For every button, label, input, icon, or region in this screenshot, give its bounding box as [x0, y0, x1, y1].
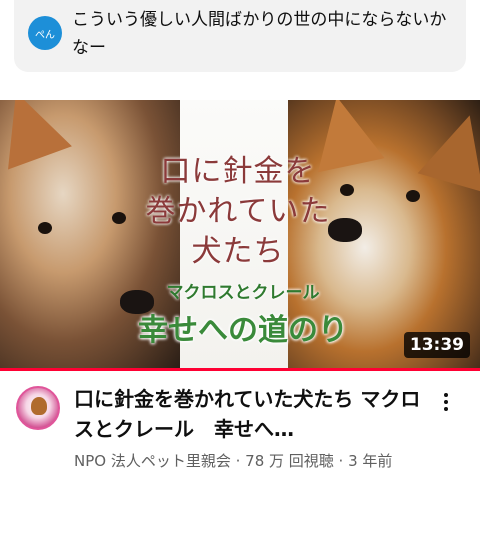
- dog-eye: [38, 222, 52, 234]
- video-meta: NPO 法人ペット里親会 · 78 万 回視聴 · 3 年前: [74, 452, 393, 470]
- dog-eye: [340, 184, 354, 196]
- channel-avatar[interactable]: [16, 386, 60, 430]
- dog-ear: [0, 100, 72, 170]
- video-title[interactable]: 口に針金を巻かれていた犬たち マクロスとクレール 幸せへ…: [74, 384, 432, 444]
- comment-card[interactable]: ぺん こういう優しい人間ばかりの世の中にならないかなー: [14, 0, 466, 72]
- thumbnail-title: 口に針金を 巻かれていた 犬たち: [138, 152, 338, 272]
- dog-eye: [406, 190, 420, 202]
- thumbnail-title-line: 犬たち: [191, 234, 285, 269]
- duration-badge: 13:39: [403, 332, 470, 358]
- more-vert-icon: [444, 393, 448, 397]
- dog-ear: [417, 105, 480, 193]
- dog-logo-icon: [31, 397, 47, 415]
- commenter-avatar[interactable]: ぺん: [28, 16, 62, 50]
- dog-eye: [112, 212, 126, 224]
- comment-text: こういう優しい人間ばかりの世の中にならないかなー: [72, 10, 447, 58]
- watch-progress-bar: [0, 368, 480, 371]
- thumbnail-title-line: 口に針金を: [160, 154, 316, 189]
- more-options-button[interactable]: [436, 388, 456, 416]
- thumbnail-dog-names: マクロスとクレール: [166, 283, 320, 303]
- thumbnail-title-line: 巻かれていた: [145, 194, 331, 229]
- video-thumbnail[interactable]: 口に針金を 巻かれていた 犬たち マクロスとクレール 幸せへの道のり 13:39: [0, 100, 480, 368]
- thumbnail-subtitle: 幸せへの道のり: [138, 313, 348, 348]
